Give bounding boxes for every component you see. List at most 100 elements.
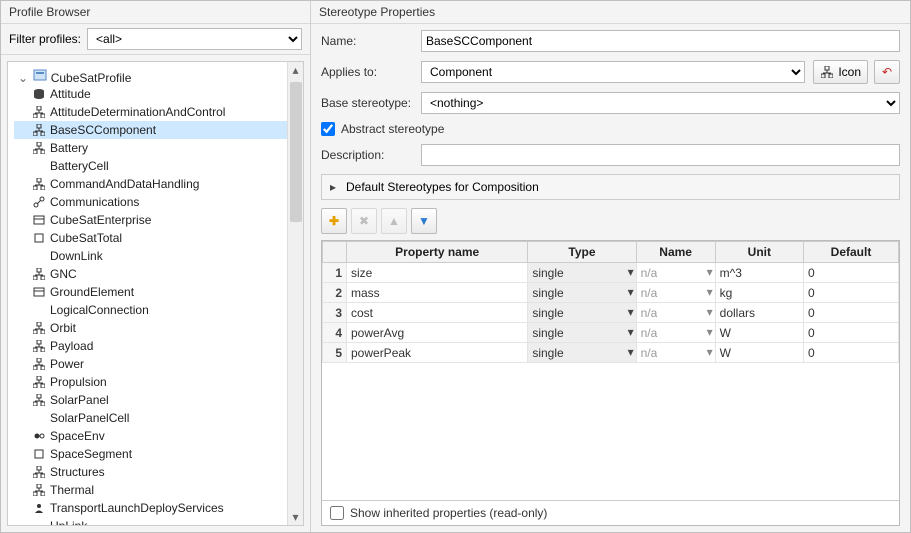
tree-item[interactable]: AttitudeDeterminationAndControl — [14, 103, 303, 121]
show-inherited-checkbox[interactable] — [330, 506, 344, 520]
scroll-down-icon[interactable]: ▾ — [288, 509, 304, 525]
icon-button[interactable]: Icon — [813, 60, 868, 84]
tree-item[interactable]: Structures — [14, 463, 303, 481]
type-cell[interactable]: single▾ — [528, 303, 636, 323]
dropdown-icon[interactable]: ▾ — [707, 325, 713, 339]
scroll-track[interactable] — [288, 78, 303, 509]
filter-select[interactable]: <all> — [87, 28, 302, 50]
column-header[interactable]: Unit — [715, 242, 803, 263]
dropdown-icon[interactable]: ▾ — [707, 265, 713, 279]
name-input[interactable] — [421, 30, 900, 52]
tree-item[interactable]: BaseSCComponent — [14, 121, 303, 139]
dropdown-icon[interactable]: ▾ — [628, 265, 634, 279]
column-header[interactable]: Type — [528, 242, 636, 263]
name-cell[interactable]: n/a▾ — [636, 263, 715, 283]
tree-item[interactable]: Attitude — [14, 85, 303, 103]
property-name-cell[interactable]: cost — [347, 303, 528, 323]
default-cell[interactable]: 0 — [804, 343, 899, 363]
reset-icon-button[interactable]: ↶ — [874, 60, 900, 84]
column-header[interactable]: Name — [636, 242, 715, 263]
tree-item[interactable]: Propulsion — [14, 373, 303, 391]
name-cell[interactable]: n/a▾ — [636, 283, 715, 303]
unit-cell[interactable]: W — [715, 323, 803, 343]
table-row[interactable]: 1sizesingle▾n/a▾m^30 — [323, 263, 899, 283]
tree-item[interactable]: Battery — [14, 139, 303, 157]
properties-table-wrap: Property nameTypeNameUnitDefault 1sizesi… — [321, 240, 900, 526]
dropdown-icon[interactable]: ▾ — [628, 285, 634, 299]
tree-item[interactable]: LogicalConnection — [14, 301, 303, 319]
tree-item[interactable]: SolarPanel — [14, 391, 303, 409]
tree-item[interactable]: Orbit — [14, 319, 303, 337]
tree-item[interactable]: SpaceEnv — [14, 427, 303, 445]
name-cell[interactable]: n/a▾ — [636, 323, 715, 343]
tree-item[interactable]: GNC — [14, 265, 303, 283]
table-row[interactable]: 3costsingle▾n/a▾dollars0 — [323, 303, 899, 323]
table-footer: Show inherited properties (read-only) — [322, 500, 899, 525]
move-up-button[interactable]: ▲ — [381, 208, 407, 234]
tree-item[interactable]: CubeSatEnterprise — [14, 211, 303, 229]
property-name-cell[interactable]: mass — [347, 283, 528, 303]
expand-icon[interactable]: ⌄ — [16, 71, 30, 85]
tree-item[interactable]: Payload — [14, 337, 303, 355]
tree-item-label: SpaceEnv — [50, 429, 105, 443]
table-fill — [322, 363, 899, 500]
dropdown-icon[interactable]: ▾ — [707, 345, 713, 359]
properties-table[interactable]: Property nameTypeNameUnitDefault 1sizesi… — [322, 241, 899, 363]
tree-item[interactable]: UpLink — [14, 517, 303, 525]
base-select[interactable]: <nothing> — [421, 92, 900, 114]
tree-item[interactable]: CommandAndDataHandling — [14, 175, 303, 193]
profile-tree[interactable]: ⌄ CubeSatProfile AttitudeAttitudeDetermi… — [8, 62, 303, 525]
property-name-cell[interactable]: powerPeak — [347, 343, 528, 363]
property-name-cell[interactable]: size — [347, 263, 528, 283]
tree-item[interactable]: Power — [14, 355, 303, 373]
dropdown-icon[interactable]: ▾ — [628, 305, 634, 319]
abstract-checkbox[interactable] — [321, 122, 335, 136]
remove-property-button[interactable]: ✖ — [351, 208, 377, 234]
tree-item[interactable]: GroundElement — [14, 283, 303, 301]
default-cell[interactable]: 0 — [804, 323, 899, 343]
unit-cell[interactable]: kg — [715, 283, 803, 303]
column-header[interactable]: Property name — [347, 242, 528, 263]
scroll-thumb[interactable] — [290, 82, 302, 222]
default-cell[interactable]: 0 — [804, 263, 899, 283]
default-cell[interactable]: 0 — [804, 303, 899, 323]
tree-item[interactable]: Thermal — [14, 481, 303, 499]
tree-item[interactable]: SolarPanelCell — [14, 409, 303, 427]
scroll-up-icon[interactable]: ▴ — [288, 62, 304, 78]
applies-label: Applies to: — [321, 65, 413, 79]
type-cell[interactable]: single▾ — [528, 263, 636, 283]
dropdown-icon[interactable]: ▾ — [707, 305, 713, 319]
type-cell[interactable]: single▾ — [528, 283, 636, 303]
unit-cell[interactable]: m^3 — [715, 263, 803, 283]
tree-item[interactable]: Communications — [14, 193, 303, 211]
dropdown-icon[interactable]: ▾ — [628, 345, 634, 359]
type-cell[interactable]: single▾ — [528, 343, 636, 363]
property-name-cell[interactable]: powerAvg — [347, 323, 528, 343]
unit-cell[interactable]: W — [715, 343, 803, 363]
name-cell[interactable]: n/a▾ — [636, 303, 715, 323]
tree-scrollbar[interactable]: ▴ ▾ — [287, 62, 303, 525]
table-row[interactable]: 2masssingle▾n/a▾kg0 — [323, 283, 899, 303]
column-header[interactable]: Default — [804, 242, 899, 263]
type-cell[interactable]: single▾ — [528, 323, 636, 343]
table-row[interactable]: 5powerPeaksingle▾n/a▾W0 — [323, 343, 899, 363]
default-stereotypes-collapsible[interactable]: ▸ Default Stereotypes for Composition — [321, 174, 900, 200]
unit-cell[interactable]: dollars — [715, 303, 803, 323]
move-down-button[interactable]: ▼ — [411, 208, 437, 234]
column-header[interactable] — [323, 242, 347, 263]
dropdown-icon[interactable]: ▾ — [628, 325, 634, 339]
tree-item[interactable]: SpaceSegment — [14, 445, 303, 463]
applies-select[interactable]: Component — [421, 61, 805, 83]
name-cell[interactable]: n/a▾ — [636, 343, 715, 363]
tree-item[interactable]: CubeSatTotal — [14, 229, 303, 247]
default-cell[interactable]: 0 — [804, 283, 899, 303]
tree-item[interactable]: DownLink — [14, 247, 303, 265]
tree-item[interactable]: TransportLaunchDeployServices — [14, 499, 303, 517]
dropdown-icon[interactable]: ▾ — [707, 285, 713, 299]
add-property-button[interactable]: ✚ — [321, 208, 347, 234]
tree-wrap: ⌄ CubeSatProfile AttitudeAttitudeDetermi… — [7, 61, 304, 526]
description-input[interactable] — [421, 144, 900, 166]
tree-item[interactable]: BatteryCell — [14, 157, 303, 175]
table-row[interactable]: 4powerAvgsingle▾n/a▾W0 — [323, 323, 899, 343]
tree-root-row[interactable]: ⌄ CubeSatProfile — [14, 68, 303, 85]
